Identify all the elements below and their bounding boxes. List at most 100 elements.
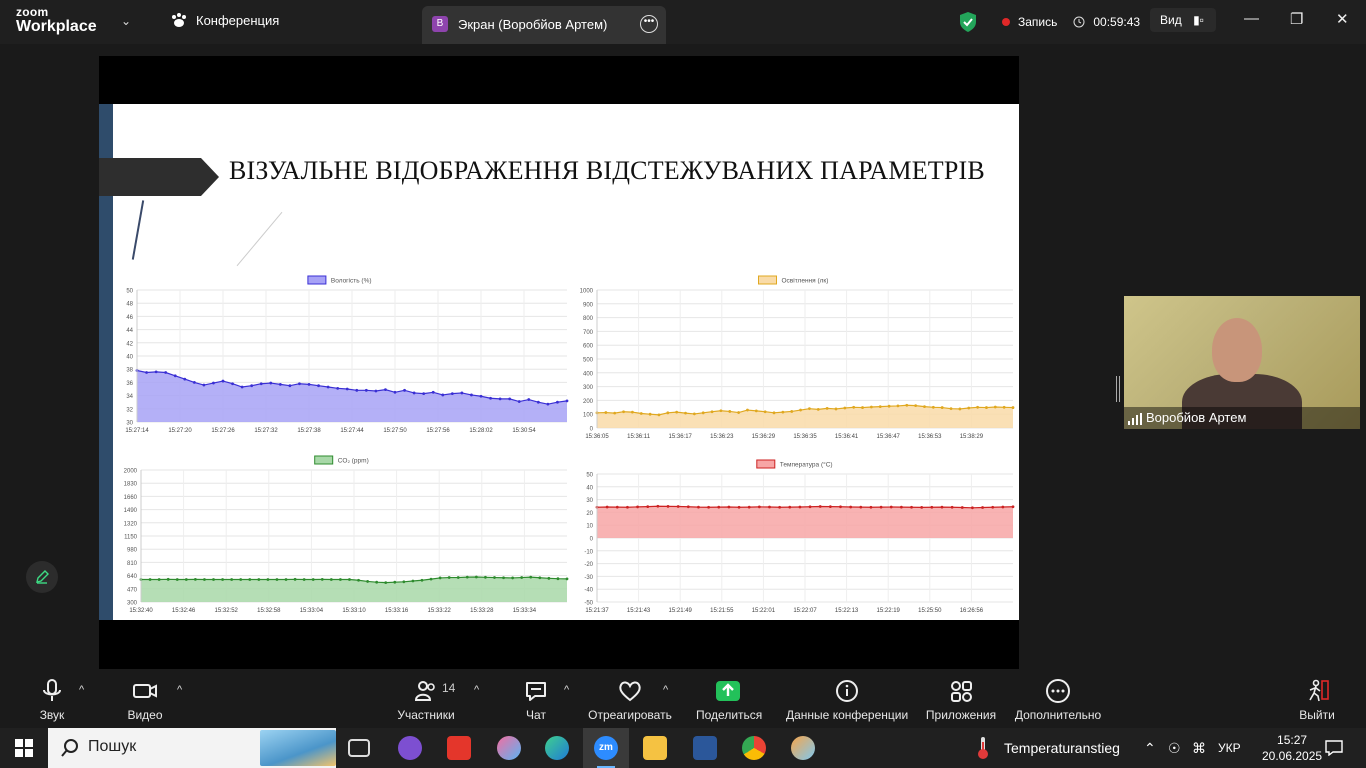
data-point: [502, 576, 505, 580]
more-icon: [1046, 679, 1070, 703]
tab-conference-label: Конференция: [196, 12, 280, 28]
video-button[interactable]: Видео: [124, 678, 166, 722]
chevron-up-icon[interactable]: ⌃: [1144, 740, 1156, 757]
zoom-logo[interactable]: zoom Workplace: [16, 6, 97, 35]
viber-icon[interactable]: [398, 736, 422, 760]
audio-button[interactable]: Звук: [34, 678, 70, 722]
x-tick-label: 15:33:16: [385, 608, 409, 614]
meeting-info-button[interactable]: Данные конференции: [786, 678, 908, 722]
wifi-icon[interactable]: ⌘: [1192, 740, 1206, 757]
data-point: [202, 383, 206, 387]
data-point: [639, 412, 643, 415]
participant-name-bar: Воробйов Артем: [1124, 407, 1360, 429]
windows-start-icon[interactable]: [15, 739, 33, 757]
more-icon[interactable]: •••: [640, 15, 658, 33]
y-tick-label: 34: [126, 394, 133, 400]
participant-video[interactable]: Воробйов Артем: [1124, 296, 1360, 429]
video-options-icon[interactable]: ^: [177, 684, 182, 696]
apps-button[interactable]: Приложения: [925, 678, 997, 722]
data-point: [960, 506, 964, 509]
legend-swatch: [756, 459, 776, 469]
data-point: [869, 505, 873, 509]
close-icon[interactable]: ✕: [1336, 10, 1349, 28]
legend-swatch: [307, 275, 327, 285]
more-button[interactable]: Дополнительно: [1014, 678, 1102, 722]
recording-indicator[interactable]: Запись 00:59:43 ⌄: [958, 8, 1158, 36]
word-icon[interactable]: [693, 736, 717, 760]
data-point: [484, 575, 487, 579]
data-point: [910, 505, 913, 509]
chevron-down-icon[interactable]: ⌄: [121, 14, 131, 28]
edge-icon[interactable]: [545, 736, 569, 760]
data-point: [967, 406, 971, 410]
data-point: [757, 505, 761, 509]
data-point: [993, 405, 997, 409]
x-tick-label: 15:21:55: [710, 608, 734, 614]
tab-conference[interactable]: Конференция: [170, 12, 279, 28]
x-tick-label: 15:36:11: [627, 434, 651, 440]
app-icon[interactable]: [497, 736, 521, 760]
data-point: [479, 394, 483, 398]
wps-office-icon[interactable]: [447, 736, 471, 760]
data-point: [374, 389, 378, 393]
react-button[interactable]: Отреагировать: [588, 678, 672, 722]
data-point: [257, 578, 261, 581]
shield-icon[interactable]: [958, 11, 978, 33]
data-point: [278, 382, 282, 386]
tab-screen-share[interactable]: В Экран (Воробйов Артем) •••: [422, 6, 666, 44]
leave-button[interactable]: Выйти: [1298, 678, 1336, 722]
notifications-icon[interactable]: [1325, 740, 1343, 756]
chat-options-icon[interactable]: ^: [564, 684, 569, 696]
language-indicator[interactable]: УКР: [1218, 741, 1241, 755]
data-point: [981, 506, 984, 509]
x-tick-label: 15:36:05: [585, 434, 609, 440]
view-button[interactable]: Вид ▮▫: [1150, 8, 1216, 32]
data-point: [728, 410, 732, 413]
data-point: [861, 406, 864, 409]
annotate-button[interactable]: [26, 561, 58, 593]
system-clock[interactable]: 15:27 20.06.2025: [1262, 732, 1322, 764]
data-point: [248, 578, 252, 581]
participant-name: Воробйов Артем: [1146, 410, 1247, 425]
data-point: [212, 578, 215, 581]
more-label: Дополнительно: [1014, 708, 1102, 722]
data-point: [447, 576, 451, 579]
taskbar-search[interactable]: Пошук: [48, 728, 336, 768]
data-point: [615, 505, 619, 509]
file-explorer-icon[interactable]: [643, 736, 667, 760]
minimize-icon[interactable]: —: [1244, 10, 1259, 27]
data-point: [269, 381, 273, 385]
data-point: [971, 506, 974, 510]
paint-icon[interactable]: [791, 736, 815, 760]
data-point: [825, 407, 829, 410]
zoom-taskbar-active[interactable]: zm: [583, 728, 629, 768]
data-point: [145, 371, 148, 374]
data-point: [631, 410, 634, 414]
share-screen-button[interactable]: Поделиться: [696, 678, 762, 722]
data-point: [175, 578, 179, 581]
legend-label: CO₂ (ppm): [338, 458, 369, 465]
weather-widget[interactable]: Temperaturanstieg: [1004, 740, 1120, 756]
chat-button[interactable]: Чат: [518, 678, 554, 722]
audio-options-icon[interactable]: ^: [79, 684, 84, 696]
data-point: [889, 505, 893, 509]
y-tick-label: 30: [126, 421, 133, 427]
data-point: [887, 404, 891, 408]
chrome-icon[interactable]: [742, 736, 766, 760]
meet-now-icon[interactable]: ☉: [1168, 740, 1181, 757]
leave-label: Выйти: [1299, 708, 1335, 722]
data-point: [326, 385, 330, 389]
chart-humidity-svg: 30 32 34 36 38 40 42 44 46 48 50 15:27:14 15:27:20 15…: [125, 275, 569, 434]
participants-options-icon[interactable]: ^: [474, 684, 479, 696]
x-tick-label: 15:22:13: [835, 608, 859, 614]
selfview-resize-handle[interactable]: [1116, 376, 1120, 402]
clock-icon: [1073, 16, 1085, 28]
data-point: [556, 400, 559, 404]
data-point: [240, 385, 244, 389]
apps-label: Приложения: [925, 708, 997, 722]
react-options-icon[interactable]: ^: [663, 684, 668, 696]
data-point: [707, 505, 711, 509]
restore-icon[interactable]: ❐: [1290, 10, 1303, 28]
data-point: [656, 504, 660, 508]
task-view-icon[interactable]: [348, 739, 370, 757]
